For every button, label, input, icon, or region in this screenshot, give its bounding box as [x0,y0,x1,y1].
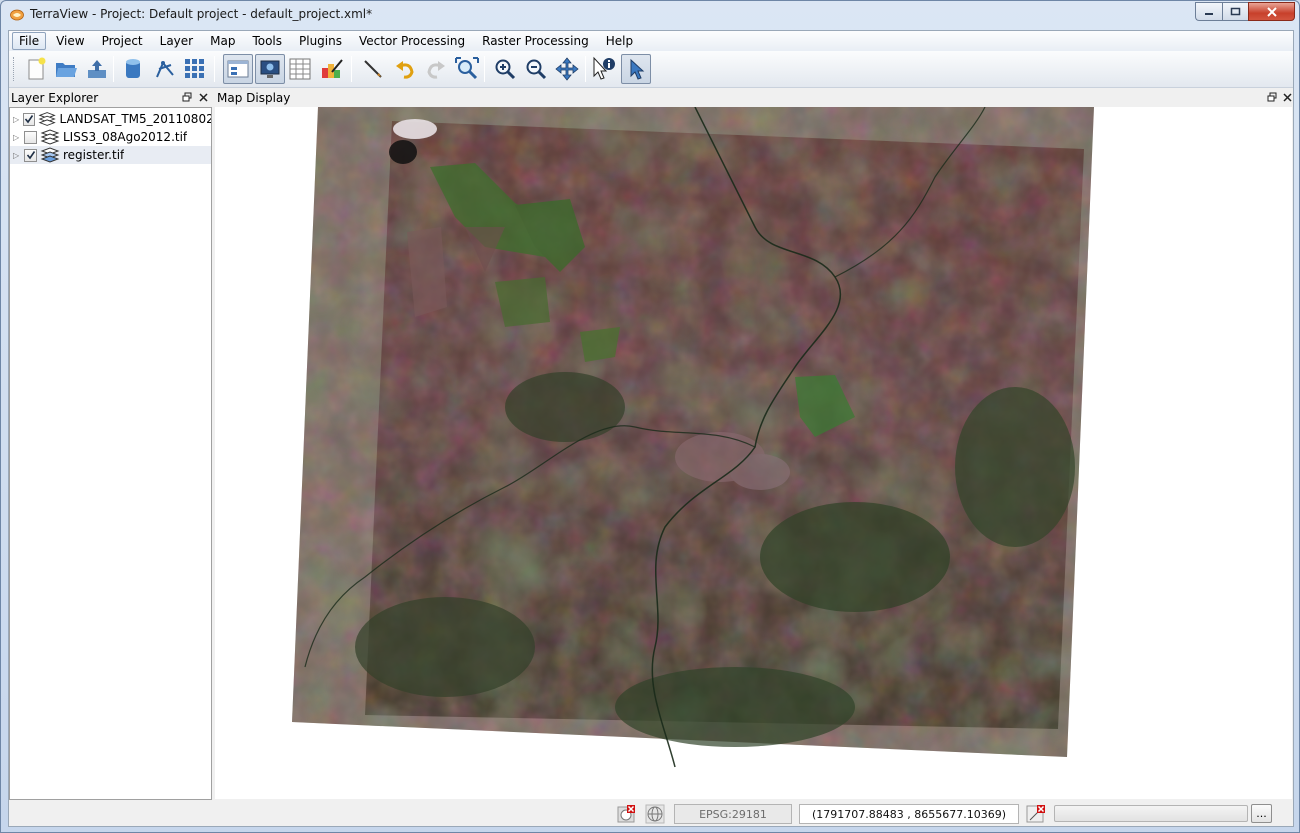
stop-drawing-icon[interactable] [616,804,636,824]
raster-imagery [292,107,1094,768]
style-explorer-icon [322,59,343,78]
raster-layer-icon [40,129,60,145]
map-display-title: Map Display [217,91,291,105]
expand-arrow-icon[interactable]: ▷ [13,151,23,160]
layer-row[interactable]: ▷ LISS3_08Ago2012.tif [10,128,211,146]
srid-field[interactable]: EPSG:29181 [674,804,792,824]
task-progress-bar [1054,805,1248,822]
grid-tool-button[interactable] [180,54,210,84]
menu-file[interactable]: File [12,32,47,50]
pan-button[interactable] [552,54,582,84]
open-project-icon [56,63,77,77]
layer-row[interactable]: ▷ register.tif [10,146,211,164]
info-icon [593,56,615,80]
app-window: TerraView - Project: Default project - d… [0,0,1300,833]
layer-row[interactable]: ▷ LANDSAT_TM5_20110802... [10,110,211,128]
cancel-task-icon[interactable] [1026,804,1046,824]
redo-button[interactable] [421,54,451,84]
title-bar[interactable]: TerraView - Project: Default project - d… [1,1,1299,29]
maximize-button[interactable] [1222,2,1248,21]
pan-icon [555,57,579,81]
vector-tool-button[interactable] [150,54,180,84]
open-project-button[interactable] [51,54,81,84]
close-button[interactable] [1248,2,1295,21]
redo-icon [427,61,445,79]
globe-icon[interactable] [645,804,665,824]
map-canvas[interactable] [215,107,1292,799]
layer-label: register.tif [63,148,125,162]
new-project-icon [28,57,46,80]
menu-bar: File View Project Layer Map Tools Plugins Vecto… [9,31,1293,51]
zoom-extent-button[interactable] [452,54,482,84]
map-display-toggle-icon [260,60,280,78]
layer-visibility-checkbox[interactable] [24,148,37,162]
menu-plugins[interactable]: Plugins [292,32,349,50]
data-source-icon [126,59,140,78]
select-pointer-icon [630,58,645,80]
toolbar-grip[interactable] [13,57,16,81]
menu-vector-processing[interactable]: Vector Processing [352,32,472,50]
menu-help[interactable]: Help [599,32,640,50]
measure-icon [364,60,382,78]
zoom-out-button[interactable] [521,54,551,84]
save-project-icon [88,60,106,78]
layer-label: LANDSAT_TM5_20110802... [59,112,211,126]
status-bar: EPSG:29181 (1791707.88483 , 8655677.1036… [9,802,1293,826]
measure-button[interactable] [358,54,388,84]
menu-layer[interactable]: Layer [153,32,200,50]
toolbar [9,51,1293,88]
raster-layer-icon [40,147,60,163]
layer-visibility-checkbox[interactable] [23,112,36,126]
float-icon [1267,92,1277,102]
undo-button[interactable] [390,54,420,84]
add-data-source-button[interactable] [118,54,148,84]
float-icon [182,92,192,102]
map-display-toggle-button[interactable] [255,54,285,84]
minimize-button[interactable] [1195,2,1222,21]
zoom-extent-icon [455,57,479,80]
save-project-button[interactable] [82,54,112,84]
layer-explorer-float-button[interactable] [181,91,193,103]
grid-icon [185,59,204,78]
menu-project[interactable]: Project [95,32,150,50]
layer-explorer-panel: Layer Explorer ▷ LANDSAT_TM5_20110802... ▷… [9,89,212,801]
style-explorer-button[interactable] [317,54,347,84]
zoom-in-button[interactable] [490,54,520,84]
map-display-float-button[interactable] [1266,91,1278,103]
table-view-icon [289,58,311,80]
coordinates-field: (1791707.88483 , 8655677.10369) [799,804,1019,824]
layer-label: LISS3_08Ago2012.tif [63,130,188,144]
terraview-logo-icon [10,9,24,21]
close-icon [1282,92,1292,102]
window-title: TerraView - Project: Default project - d… [30,7,373,21]
info-button[interactable] [589,54,619,84]
maximize-icon [1230,7,1241,16]
expand-arrow-icon[interactable]: ▷ [13,133,23,142]
main-area: File View Project Layer Map Tools Plugins Vecto… [8,30,1294,827]
expand-arrow-icon[interactable]: ▷ [13,115,22,124]
layer-explorer-close-button[interactable] [197,91,209,103]
map-display-close-button[interactable] [1281,91,1293,103]
select-pointer-button[interactable] [621,54,651,84]
new-project-button[interactable] [21,54,51,84]
minimize-icon [1205,12,1213,15]
layer-tree[interactable]: ▷ LANDSAT_TM5_20110802... ▷ LISS3_08Ago2012… [9,107,212,800]
layer-explorer-toggle-button[interactable] [223,54,253,84]
vector-tool-icon [156,61,174,78]
menu-map[interactable]: Map [203,32,242,50]
zoom-out-icon [526,59,547,80]
close-icon [198,92,208,102]
more-tasks-button[interactable]: ... [1251,804,1272,823]
zoom-in-icon [495,59,516,80]
close-icon [1266,6,1277,17]
menu-view[interactable]: View [49,32,91,50]
map-display-panel: Map Display [215,89,1293,801]
raster-layer-icon [38,112,56,126]
layer-visibility-checkbox[interactable] [24,130,37,144]
menu-tools[interactable]: Tools [245,32,289,50]
menu-raster-processing[interactable]: Raster Processing [475,32,596,50]
undo-icon [396,61,414,79]
layer-explorer-toggle-icon [227,60,249,78]
table-view-button[interactable] [285,54,315,84]
